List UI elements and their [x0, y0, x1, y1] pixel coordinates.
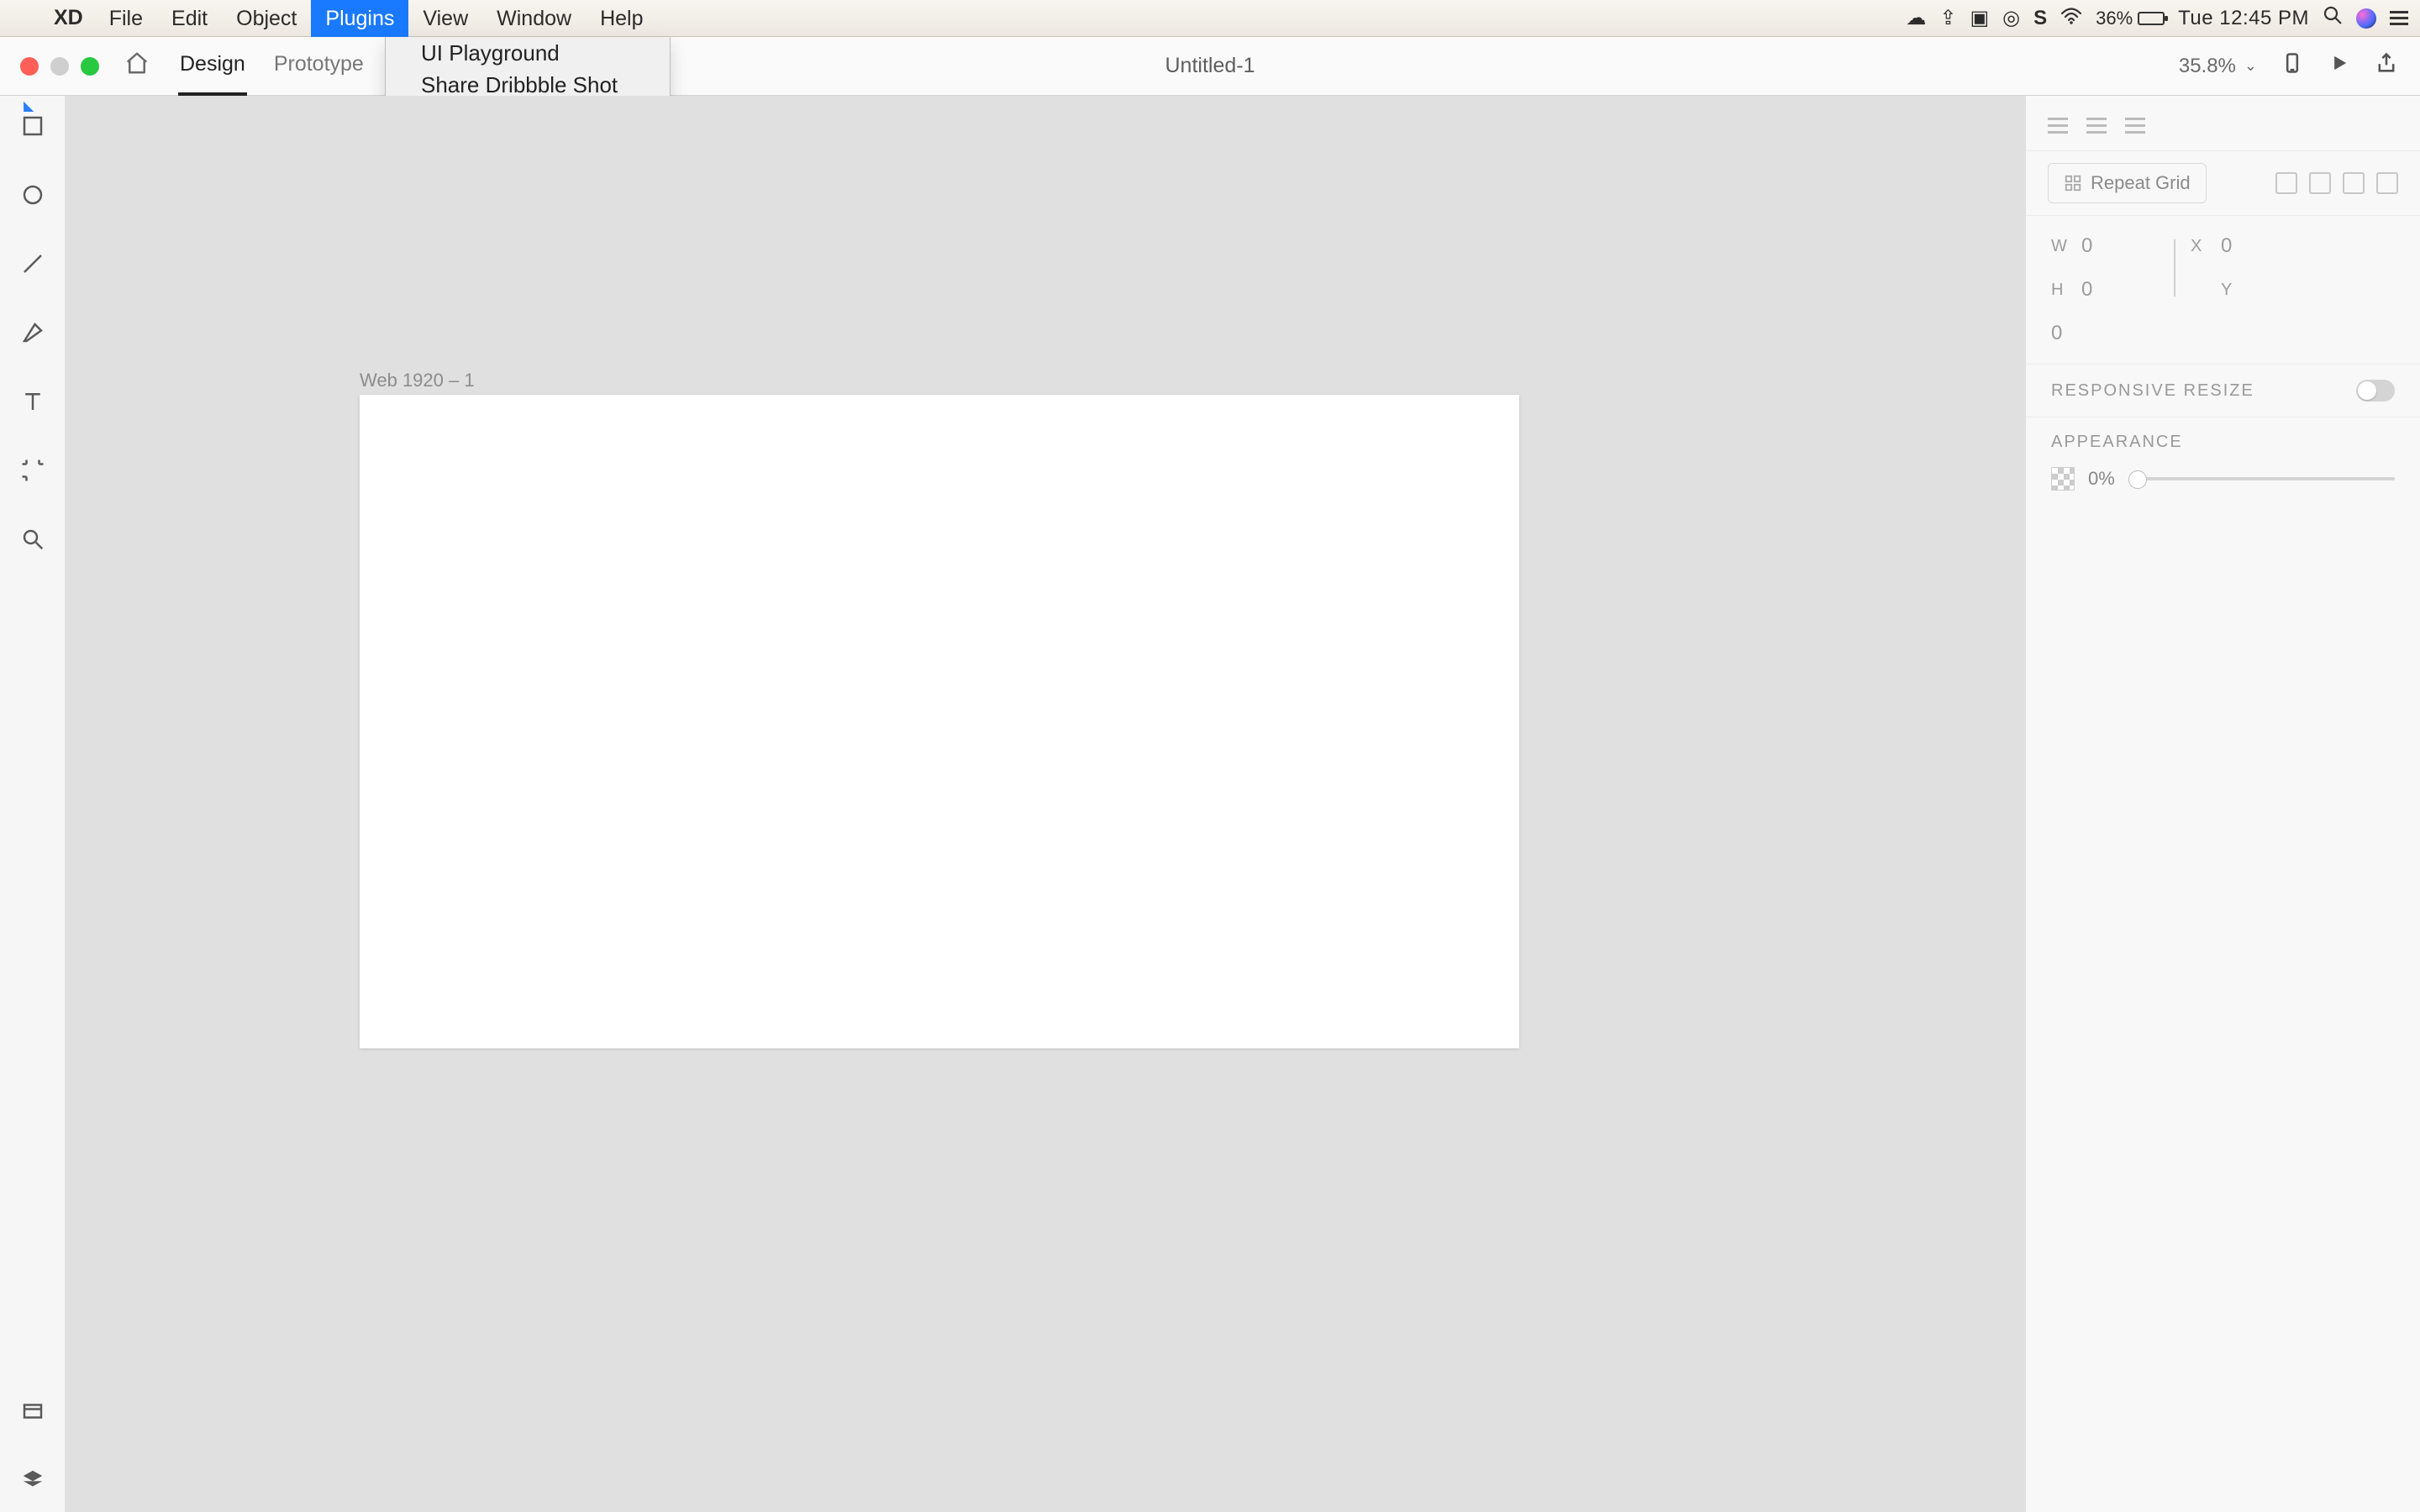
wifi-icon[interactable] — [2060, 7, 2082, 30]
artboard[interactable] — [360, 395, 1519, 1048]
line-tool[interactable] — [0, 245, 66, 282]
tab-prototype[interactable]: Prototype — [272, 36, 366, 96]
menu-file[interactable]: File — [95, 0, 157, 37]
tab-design[interactable]: Design — [178, 36, 247, 96]
dropbox-icon[interactable]: ⇪ — [1939, 6, 1956, 30]
dim-h-label: H — [2051, 281, 2081, 300]
skitch-icon[interactable]: S — [2033, 7, 2047, 30]
layers-panel-button[interactable] — [0, 1462, 66, 1499]
menu-edit[interactable]: Edit — [157, 0, 222, 37]
canvas-area[interactable]: Web 1920 – 1 — [66, 96, 2025, 1512]
artboard-label[interactable]: Web 1920 – 1 — [360, 370, 475, 391]
spotlight-icon[interactable] — [2323, 5, 2343, 31]
dim-x-label: X — [2191, 237, 2221, 256]
left-tool-palette: ◣ — [0, 96, 66, 1512]
zoom-tool[interactable] — [0, 521, 66, 558]
pen-tool[interactable] — [0, 314, 66, 351]
responsive-resize-label: RESPONSIVE RESIZE — [2051, 381, 2254, 401]
menu-plugins[interactable]: Plugins — [311, 0, 408, 37]
pathop-subtract-icon[interactable] — [2309, 172, 2331, 194]
home-button[interactable] — [124, 50, 150, 82]
dimensions-grid: W 0 X 0 H 0 Y 0 — [2026, 216, 2420, 364]
battery-percentage: 36% — [2096, 8, 2133, 29]
appearance-label: APPEARANCE — [2051, 433, 2183, 452]
menu-object[interactable]: Object — [222, 0, 311, 37]
notification-center-icon[interactable] — [2390, 11, 2408, 26]
opacity-row: 0% — [2026, 467, 2420, 511]
opacity-value[interactable]: 0% — [2088, 468, 2115, 490]
zoom-control[interactable]: 35.8% ⌄ — [2179, 55, 2257, 78]
device-preview-button[interactable] — [2281, 51, 2304, 81]
battery-icon — [2138, 12, 2165, 25]
window-close-button[interactable] — [20, 57, 39, 76]
path-operations — [2275, 172, 2398, 194]
align-row — [2026, 96, 2420, 151]
inspector-panel: Repeat Grid W 0 X 0 H 0 Y 0 RESPONSIVE R… — [2025, 96, 2420, 1512]
cloud-icon[interactable]: ☁︎ — [1906, 6, 1926, 30]
dim-w-label: W — [2051, 237, 2081, 256]
toolbar-right: 35.8% ⌄ — [2179, 51, 2420, 81]
repeat-grid-button[interactable]: Repeat Grid — [2048, 163, 2207, 203]
repeat-grid-row: Repeat Grid — [2026, 151, 2420, 216]
artboard-tool[interactable] — [0, 452, 66, 489]
dim-w-value[interactable]: 0 — [2081, 234, 2149, 258]
menubar-left: XD File Edit Object Plugins View Window … — [0, 0, 657, 37]
battery-status[interactable]: 36% — [2096, 8, 2165, 29]
document-title: Untitled-1 — [1165, 54, 1255, 78]
responsive-resize-section: RESPONSIVE RESIZE — [2026, 365, 2420, 417]
menubar-right: ☁︎ ⇪ ▣ ◎ S 36% Tue 12:45 PM — [1906, 5, 2420, 31]
menu-window[interactable]: Window — [482, 0, 586, 37]
dimension-lock-icon[interactable] — [2164, 239, 2175, 297]
creative-cloud-icon[interactable]: ◎ — [2002, 6, 2020, 30]
macos-menubar: XD File Edit Object Plugins View Window … — [0, 0, 2420, 37]
window-zoom-button[interactable] — [81, 57, 99, 76]
align-icons-group — [2048, 111, 2145, 136]
window-traffic-lights — [0, 57, 99, 76]
opacity-checker-icon — [2051, 467, 2075, 491]
select-tool-indicator-icon: ◣ — [24, 97, 34, 114]
status-square-icon[interactable]: ▣ — [1970, 6, 1989, 30]
text-tool[interactable] — [0, 383, 66, 420]
mode-tabs: Design Prototype — [178, 36, 366, 96]
share-button[interactable] — [2375, 51, 2398, 81]
menu-view[interactable]: View — [408, 0, 482, 37]
plugins-menu-ui-playground[interactable]: UI Playground — [386, 37, 670, 69]
ellipse-tool[interactable] — [0, 176, 66, 213]
dim-x-value[interactable]: 0 — [2221, 234, 2288, 258]
app-toolbar: Design Prototype Untitled-1 35.8% ⌄ — [0, 37, 2420, 96]
siri-icon[interactable] — [2356, 8, 2376, 29]
align-center-icon[interactable] — [2086, 118, 2107, 136]
dim-y-value[interactable]: 0 — [2051, 322, 2081, 345]
assets-panel-button[interactable] — [0, 1393, 66, 1430]
pathop-intersect-icon[interactable] — [2343, 172, 2365, 194]
menu-help[interactable]: Help — [586, 0, 657, 37]
zoom-value: 35.8% — [2179, 55, 2236, 78]
window-minimize-button[interactable] — [50, 57, 69, 76]
opacity-slider[interactable] — [2128, 477, 2395, 480]
desktop-preview-button[interactable] — [2328, 51, 2351, 81]
pathop-exclude-icon[interactable] — [2376, 172, 2398, 194]
responsive-resize-toggle[interactable] — [2356, 380, 2395, 402]
menubar-clock[interactable]: Tue 12:45 PM — [2178, 7, 2309, 30]
dim-h-value[interactable]: 0 — [2081, 278, 2149, 302]
repeat-grid-label: Repeat Grid — [2091, 172, 2191, 194]
align-right-icon[interactable] — [2125, 118, 2145, 136]
pathop-add-icon[interactable] — [2275, 172, 2297, 194]
align-left-icon[interactable] — [2048, 118, 2068, 136]
appearance-section: APPEARANCE — [2026, 417, 2420, 467]
dim-y-label: Y — [2221, 281, 2288, 300]
app-name[interactable]: XD — [54, 6, 83, 30]
chevron-down-icon: ⌄ — [2244, 57, 2257, 75]
